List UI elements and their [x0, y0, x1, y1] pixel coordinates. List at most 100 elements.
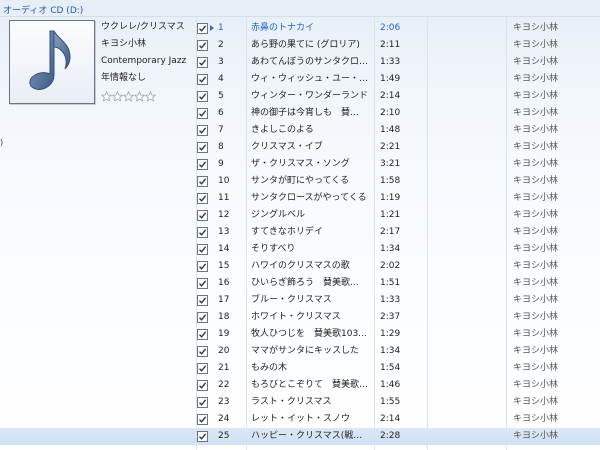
track-length: 2:17 [380, 227, 401, 237]
track-artist: キヨシ小林 [513, 57, 559, 67]
track-artist: キヨシ小林 [513, 295, 559, 305]
track-row[interactable]: 20 ママがサンタにキッスした 1:34 キヨシ小林 [0, 343, 600, 360]
track-row[interactable]: 7 きよしこのよる 1:48 キヨシ小林 [0, 122, 600, 139]
track-row[interactable]: 12 ジングルベル 1:21 キヨシ小林 [0, 207, 600, 224]
track-row[interactable]: 3 あわてんぼうのサンタクロース 1:33 キヨシ小林 [0, 54, 600, 71]
track-title: もろびとこぞりて 賛美歌112... [251, 380, 371, 390]
track-checkbox[interactable] [197, 363, 208, 374]
track-title: ハワイのクリスマスの歌 [251, 261, 350, 271]
track-length: 2:10 [380, 108, 401, 118]
checkmark-icon [198, 195, 207, 202]
track-checkbox[interactable] [197, 57, 208, 68]
track-title: クリスマス・イブ [251, 142, 323, 152]
track-checkbox[interactable] [197, 346, 208, 357]
track-number: 15 [218, 261, 230, 271]
track-row[interactable]: 8 クリスマス・イブ 2:21 キヨシ小林 [0, 139, 600, 156]
track-length: 1:55 [380, 397, 401, 407]
track-row[interactable]: 5 ウィンター・ワンダーランド 2:14 キヨシ小林 [0, 88, 600, 105]
track-row[interactable]: 1 赤鼻のトナカイ 2:06 キヨシ小林 [0, 20, 600, 37]
track-length: 1:34 [380, 346, 401, 356]
track-length: 2:37 [380, 312, 401, 322]
checkmark-icon [198, 25, 207, 32]
track-number: 22 [218, 380, 230, 390]
track-checkbox[interactable] [197, 142, 208, 153]
track-title: そりすべり [251, 244, 296, 254]
track-title: ハッピー・クリスマス(戦争は... [251, 431, 371, 441]
track-row[interactable]: 16 ひいらぎ飾ろう 賛美歌... 1:51 キヨシ小林 [0, 275, 600, 292]
track-checkbox[interactable] [197, 227, 208, 238]
track-row[interactable]: 25 ハッピー・クリスマス(戦争は... 2:28 キヨシ小林 [0, 428, 600, 445]
track-row[interactable]: 15 ハワイのクリスマスの歌 2:02 キヨシ小林 [0, 258, 600, 275]
track-checkbox[interactable] [197, 108, 208, 119]
track-length: 1:48 [380, 125, 401, 135]
checkmark-icon [198, 127, 207, 134]
track-number: 24 [218, 414, 230, 424]
track-title: サンタクロースがやってくる [251, 193, 367, 203]
track-length: 1:29 [380, 329, 401, 339]
track-checkbox[interactable] [197, 414, 208, 425]
track-number: 16 [218, 278, 230, 288]
track-checkbox[interactable] [197, 261, 208, 272]
track-checkbox[interactable] [197, 244, 208, 255]
track-number: 9 [218, 159, 224, 169]
cd-group-title[interactable]: オーディオ CD (D:) [3, 3, 83, 16]
track-checkbox[interactable] [197, 91, 208, 102]
track-checkbox[interactable] [197, 193, 208, 204]
track-row[interactable]: 6 神の御子は今宵しも 賛... 2:10 キヨシ小林 [0, 105, 600, 122]
track-checkbox[interactable] [197, 329, 208, 340]
track-row[interactable]: 10 サンタが町にやってくる 1:58 キヨシ小林 [0, 173, 600, 190]
now-playing-icon [210, 25, 214, 31]
track-row[interactable]: 11 サンタクロースがやってくる 1:19 キヨシ小林 [0, 190, 600, 207]
track-checkbox[interactable] [197, 312, 208, 323]
track-row[interactable]: 18 ホワイト・クリスマス 2:37 キヨシ小林 [0, 309, 600, 326]
track-title: 赤鼻のトナカイ [251, 23, 315, 33]
track-title: あら野の果てに (グロリア) [251, 40, 360, 50]
track-row[interactable]: 17 ブルー・クリスマス 1:33 キヨシ小林 [0, 292, 600, 309]
track-checkbox[interactable] [197, 74, 208, 85]
track-row[interactable]: 22 もろびとこぞりて 賛美歌112... 1:46 キヨシ小林 [0, 377, 600, 394]
track-row[interactable]: 14 そりすべり 1:34 キヨシ小林 [0, 241, 600, 258]
track-row[interactable]: 24 レット・イット・スノウ 2:14 キヨシ小林 [0, 411, 600, 428]
track-row[interactable]: 21 もみの木 1:54 キヨシ小林 [0, 360, 600, 377]
track-artist: キヨシ小林 [513, 159, 559, 169]
track-checkbox[interactable] [197, 431, 208, 442]
track-checkbox[interactable] [197, 23, 208, 34]
checkmark-icon [198, 212, 207, 219]
track-row[interactable]: 9 ザ・クリスマス・ソング 3:21 キヨシ小林 [0, 156, 600, 173]
track-checkbox[interactable] [197, 159, 208, 170]
track-number: 6 [218, 108, 224, 118]
track-artist: キヨシ小林 [513, 91, 559, 101]
track-checkbox[interactable] [197, 125, 208, 136]
track-checkbox[interactable] [197, 380, 208, 391]
checkmark-icon [198, 433, 207, 440]
track-title: ジングルベル [251, 210, 306, 220]
track-checkbox[interactable] [197, 278, 208, 289]
track-row[interactable]: 19 牧人ひつじを 賛美歌103... 1:29 キヨシ小林 [0, 326, 600, 343]
track-length: 1:19 [380, 193, 401, 203]
track-checkbox[interactable] [197, 397, 208, 408]
track-length: 2:14 [380, 414, 401, 424]
track-checkbox[interactable] [197, 210, 208, 221]
cd-group-header[interactable]: オーディオ CD (D:) [0, 0, 600, 17]
track-title: もみの木 [251, 363, 288, 373]
checkmark-icon [198, 365, 207, 372]
track-title: 神の御子は今宵しも 賛... [251, 108, 359, 118]
track-checkbox[interactable] [197, 176, 208, 187]
track-row[interactable]: 4 ウィ・ウィッシュ・ユー・ア・メリ... 1:49 キヨシ小林 [0, 71, 600, 88]
track-list: 1 赤鼻のトナカイ 2:06 キヨシ小林 2 あら野の果てに (グロリア) 2:11 キヨシ小… [0, 20, 600, 445]
track-artist: キヨシ小林 [513, 363, 559, 373]
track-length: 2:02 [380, 261, 401, 271]
track-artist: キヨシ小林 [513, 244, 559, 254]
track-checkbox[interactable] [197, 40, 208, 51]
checkmark-icon [198, 280, 207, 287]
track-row[interactable]: 2 あら野の果てに (グロリア) 2:11 キヨシ小林 [0, 37, 600, 54]
track-artist: キヨシ小林 [513, 125, 559, 135]
track-row[interactable]: 23 ラスト・クリスマス 1:55 キヨシ小林 [0, 394, 600, 411]
track-checkbox[interactable] [197, 295, 208, 306]
track-artist: キヨシ小林 [513, 278, 559, 288]
track-length: 1:21 [380, 210, 401, 220]
track-title: ザ・クリスマス・ソング [251, 159, 350, 169]
track-row[interactable]: 13 すてきなホリデイ 2:17 キヨシ小林 [0, 224, 600, 241]
track-length: 2:21 [380, 142, 401, 152]
track-artist: キヨシ小林 [513, 40, 559, 50]
